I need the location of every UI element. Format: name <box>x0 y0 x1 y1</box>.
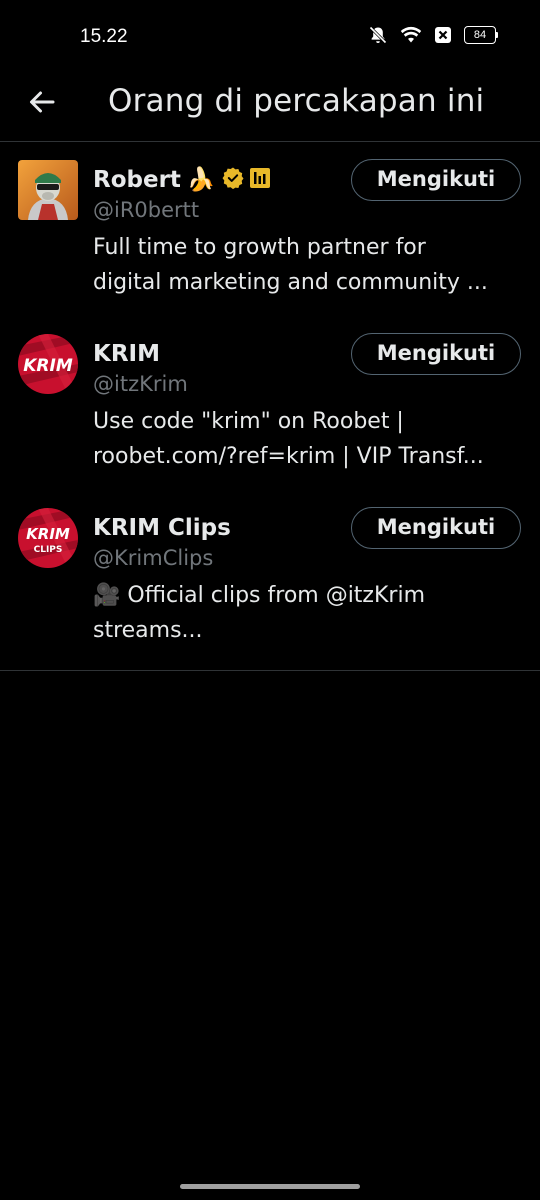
user-row-krim-clips[interactable]: KRIM CLIPS KRIM Clips @KrimClips 🎥 Offic… <box>0 490 540 670</box>
handle: @iR0bertt <box>93 198 200 222</box>
following-button[interactable]: Mengikuti <box>351 159 521 201</box>
banana-emoji: 🍌 <box>186 166 216 193</box>
bio: Use code "krim" on Roobet | roobet.com/?… <box>93 409 484 469</box>
header: Orang di percakapan ini <box>0 72 540 142</box>
wifi-icon <box>400 26 422 44</box>
name-line: KRIM Clips <box>93 512 231 544</box>
avatar-sublettering: CLIPS <box>34 545 63 555</box>
display-name[interactable]: KRIM Clips <box>93 515 231 541</box>
handle: @itzKrim <box>93 372 188 396</box>
bio: 🎥 Official clips from @itzKrim streams..… <box>93 583 425 643</box>
affiliate-badge-icon <box>249 168 270 192</box>
status-time: 15.22 <box>80 26 128 47</box>
avatar-krim-clips[interactable]: KRIM CLIPS <box>18 508 78 568</box>
status-icons: 84 <box>368 25 498 45</box>
bell-muted-icon <box>368 25 388 45</box>
avatar-image: KRIM CLIPS <box>18 508 78 568</box>
handle: @KrimClips <box>93 546 214 570</box>
avatar-krim[interactable]: KRIM <box>18 334 78 394</box>
home-indicator[interactable] <box>180 1184 360 1189</box>
bio: Full time to growth partner for digital … <box>93 235 488 295</box>
battery-icon: 84 <box>464 26 498 44</box>
following-button[interactable]: Mengikuti <box>351 333 521 375</box>
user-list: Robert 🍌 @iR0bertt Full time to growth p… <box>0 142 540 671</box>
user-row-krim[interactable]: KRIM KRIM @itzKrim Use code "krim" on Ro… <box>0 316 540 490</box>
battery-level: 84 <box>464 26 496 44</box>
status-bar: 15.22 84 <box>0 0 540 72</box>
name-line: Robert 🍌 <box>93 164 270 196</box>
gold-verified-badge-icon <box>222 167 244 193</box>
back-button[interactable] <box>26 86 58 118</box>
arrow-left-icon <box>30 91 55 113</box>
avatar-image <box>18 160 78 220</box>
avatar-robert[interactable] <box>18 160 78 220</box>
sim-off-icon <box>434 26 452 44</box>
avatar-image: KRIM <box>18 334 78 394</box>
avatar-lettering: KRIM <box>26 525 70 543</box>
page-title: Orang di percakapan ini <box>108 83 485 119</box>
user-row-robert[interactable]: Robert 🍌 @iR0bertt Full time to growth p… <box>0 142 540 316</box>
display-name[interactable]: Robert <box>93 167 181 193</box>
following-button[interactable]: Mengikuti <box>351 507 521 549</box>
name-line: KRIM <box>93 338 160 370</box>
display-name[interactable]: KRIM <box>93 341 160 367</box>
avatar-lettering: KRIM <box>23 356 73 376</box>
